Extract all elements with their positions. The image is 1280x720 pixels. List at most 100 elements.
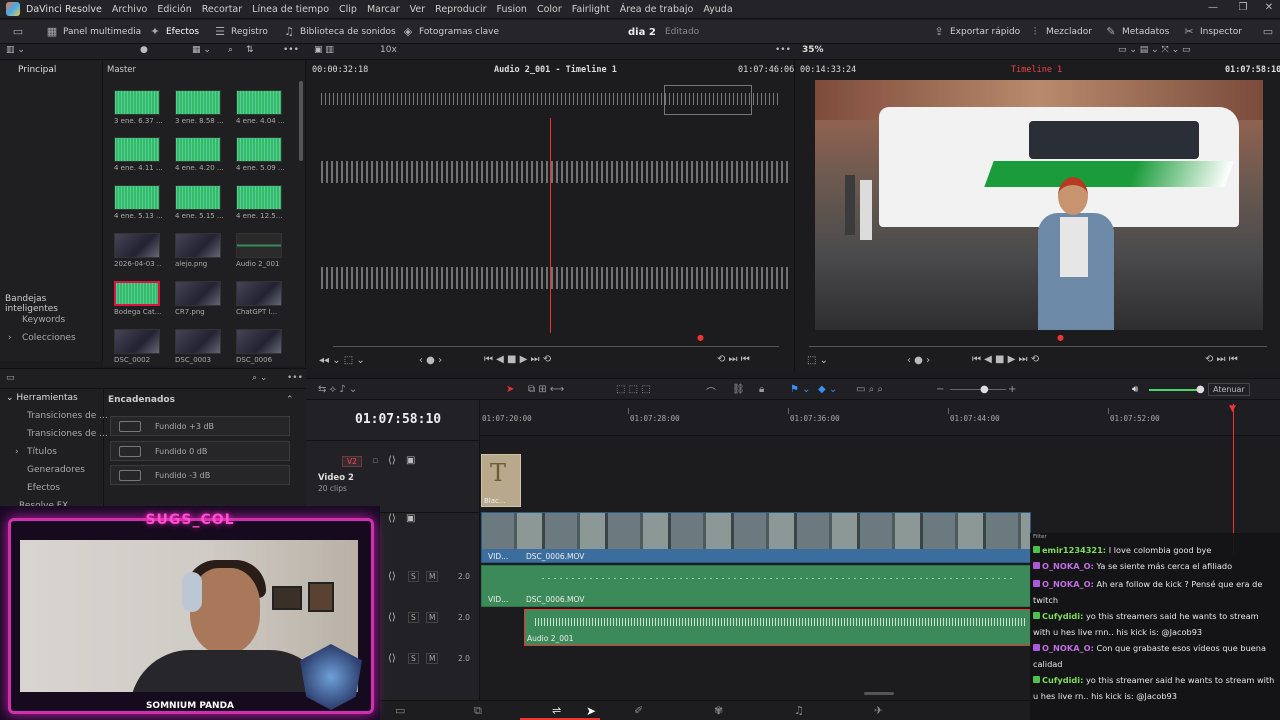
marker-icon[interactable]: ◆ ⌄	[818, 384, 837, 395]
timeline-playhead[interactable]	[1233, 404, 1234, 554]
bin-collections[interactable]: Colecciones	[22, 333, 76, 343]
track-a2-autoselect-icon[interactable]: ⟨⟩	[388, 612, 396, 623]
source-transport-icons[interactable]: ⏮ ◀ ■ ▶ ⏭ ⟲	[484, 354, 551, 365]
panel-toggle-icon[interactable]: ▭	[6, 373, 15, 383]
tools-video-transitions[interactable]: Transiciones de ...	[27, 411, 108, 421]
trim-tool-icons[interactable]: ⧉ ⊞ ⟷	[528, 384, 564, 395]
media-clip[interactable]: Bodega Cat...	[114, 281, 162, 316]
media-clip[interactable]: 2026-04-03 ...	[114, 233, 162, 268]
smart-bins-header[interactable]: Bandejas inteligentes	[5, 294, 102, 314]
cut-page-icon[interactable]: ⧉	[474, 704, 482, 718]
source-clip-name[interactable]: Audio 2_001 - Timeline 1	[494, 65, 617, 75]
tools-titles[interactable]: Títulos	[27, 447, 57, 457]
track-v1-autoselect-icon[interactable]: ⟨⟩	[388, 513, 396, 524]
media-page-icon[interactable]: ▭	[395, 704, 405, 717]
track-v2-autoselect-icon[interactable]: ⟨⟩	[388, 455, 396, 466]
timeline-ruler[interactable]: 01:07:20:00 01:07:28:00 01:07:36:00 01:0…	[480, 400, 1280, 436]
track-a2-mute[interactable]: M	[426, 612, 439, 623]
program-timeline-name[interactable]: Timeline 1	[1011, 65, 1062, 75]
playhead-handle[interactable]: ▼	[1229, 404, 1236, 414]
metadata-button[interactable]: ✎ Metadatos	[1105, 24, 1169, 40]
program-zoom[interactable]: 35%	[802, 45, 824, 55]
media-clip[interactable]: 4 ene. 4.20 ...	[175, 137, 223, 172]
media-clip[interactable]: ChatGPT I...	[236, 281, 284, 316]
insert-tool-icons[interactable]: ⬚ ⬚ ⬚	[616, 384, 651, 395]
flag-icon[interactable]: ⚑ ⌄	[790, 384, 811, 395]
volume-slider[interactable]	[1149, 389, 1201, 391]
menu-recortar[interactable]: Recortar	[202, 4, 242, 15]
source-more-icon[interactable]: •••	[775, 45, 791, 55]
zoom-slider-knob[interactable]: ●	[980, 384, 989, 395]
source-playhead[interactable]	[550, 118, 551, 333]
tools-generators[interactable]: Generadores	[27, 465, 85, 475]
media-clip[interactable]: 3 ene. 6.37 ...	[114, 90, 162, 125]
program-tools-icon[interactable]: ⬚ ⌄	[807, 355, 828, 366]
fx-fade-minus3[interactable]: Fundido -3 dB	[110, 465, 290, 485]
media-clip[interactable]: DSC_0003	[175, 329, 223, 364]
track-a3-autoselect-icon[interactable]: ⟨⟩	[388, 653, 396, 664]
track-a3-mute[interactable]: M	[426, 653, 439, 664]
slider-dot-icon[interactable]: ●	[140, 45, 148, 55]
menu-fusion[interactable]: Fusion	[497, 4, 527, 15]
media-clip[interactable]: 4 ene. 5.09 ...	[236, 137, 284, 172]
tools-header[interactable]: ⌄ Herramientas	[6, 393, 78, 403]
selection-tool-icon[interactable]: ➤	[506, 384, 514, 395]
volume-knob[interactable]: ●	[1196, 384, 1205, 395]
menu-fairlight[interactable]: Fairlight	[572, 4, 610, 15]
title-clip[interactable]: T Blac...	[481, 454, 521, 507]
timeline-view-icons[interactable]: ⇆ ⟡ ♪ ⌄	[318, 384, 357, 395]
effects-more-icon[interactable]: •••	[287, 373, 303, 383]
media-clip[interactable]: alejo.png	[175, 233, 223, 268]
sort-icon[interactable]: ⇅	[246, 45, 254, 55]
tools-audio-transitions[interactable]: Transiciones de ...	[27, 429, 108, 439]
menu-area-trabajo[interactable]: Área de trabajo	[620, 4, 694, 15]
media-clip[interactable]: 4 ene. 5.13 ...	[114, 185, 162, 220]
menu-archivo[interactable]: Archivo	[112, 4, 148, 15]
workspace-icon[interactable]: ▭	[12, 24, 29, 40]
bin-keywords[interactable]: Keywords	[22, 315, 65, 325]
edit-page-icon[interactable]: ⇌	[552, 704, 561, 717]
deliver-page-icon[interactable]: ✈	[874, 704, 883, 717]
more-icon[interactable]: •••	[283, 45, 299, 55]
link-icon[interactable]: ⛓	[732, 384, 745, 395]
media-clip[interactable]: 4 ene. 4.04 ...	[236, 90, 284, 125]
viewer-options-icon[interactable]: ▭ ⌄ ▤ ⌄ ⤧ ⌄ ▭	[1118, 45, 1191, 55]
program-match-icons[interactable]: ⟲ ⏭ ⏮	[1205, 354, 1238, 365]
fairlight-page-icon[interactable]: ♫	[794, 704, 804, 717]
menu-linea-tiempo[interactable]: Línea de tiempo	[252, 4, 329, 15]
media-clip[interactable]: 4 ene. 5.15 ...	[175, 185, 223, 220]
jog-icon[interactable]: ‹ ● ›	[419, 355, 442, 366]
timeline-scrollbar[interactable]	[864, 692, 894, 695]
track-a1-solo[interactable]: S	[408, 571, 419, 582]
track-v1-visible-icon[interactable]: ▣	[406, 513, 415, 524]
source-scrubber-head[interactable]: ●	[697, 333, 704, 342]
menu-ver[interactable]: Ver	[410, 4, 426, 15]
media-clip[interactable]: Audio 2_001	[236, 233, 284, 268]
grid-view-icon[interactable]: ▦ ⌄	[192, 45, 211, 55]
inspector-button[interactable]: ✂ Inspector	[1183, 24, 1242, 40]
track-v2-lock-icon[interactable]: ▫	[372, 456, 378, 466]
menu-clip[interactable]: Clip	[339, 4, 357, 15]
menu-edicion[interactable]: Edición	[157, 4, 191, 15]
lock-icon[interactable]: 🔒︎	[759, 384, 764, 395]
fullscreen-icon[interactable]: ▭	[1262, 24, 1279, 40]
program-jog-icon[interactable]: ‹ ● ›	[907, 355, 930, 366]
tools-effects[interactable]: Efectos	[27, 483, 60, 493]
index-button[interactable]: ☰ Registro	[214, 24, 268, 40]
pool-scrollbar[interactable]	[299, 81, 303, 161]
track-v2-label[interactable]: V2	[342, 456, 362, 467]
media-clip[interactable]: CR7.png	[175, 281, 223, 316]
media-clip[interactable]: DSC_0006	[236, 329, 284, 364]
program-scrubber-head[interactable]: ●	[1057, 333, 1064, 342]
media-clip[interactable]: DSC_0002	[114, 329, 162, 364]
zoom-slider[interactable]	[950, 389, 1006, 390]
track-v2-visible-icon[interactable]: ▣	[406, 455, 415, 466]
fx-fade-0[interactable]: Fundido 0 dB	[110, 441, 290, 461]
snap-icon[interactable]: ⌒	[706, 384, 716, 399]
mixer-button[interactable]: ⫶ Mezclador	[1029, 24, 1092, 40]
quick-export-button[interactable]: ⇪ Exportar rápido	[933, 24, 1020, 40]
search-icon[interactable]: ⌕	[228, 45, 233, 55]
sound-library-button[interactable]: ♫ Biblioteca de sonidos	[283, 24, 396, 40]
video-clip-v1[interactable]: VID... DSC_0006.MOV	[481, 512, 1031, 563]
effects-search-icon[interactable]: ⌕ ⌄	[252, 373, 267, 383]
